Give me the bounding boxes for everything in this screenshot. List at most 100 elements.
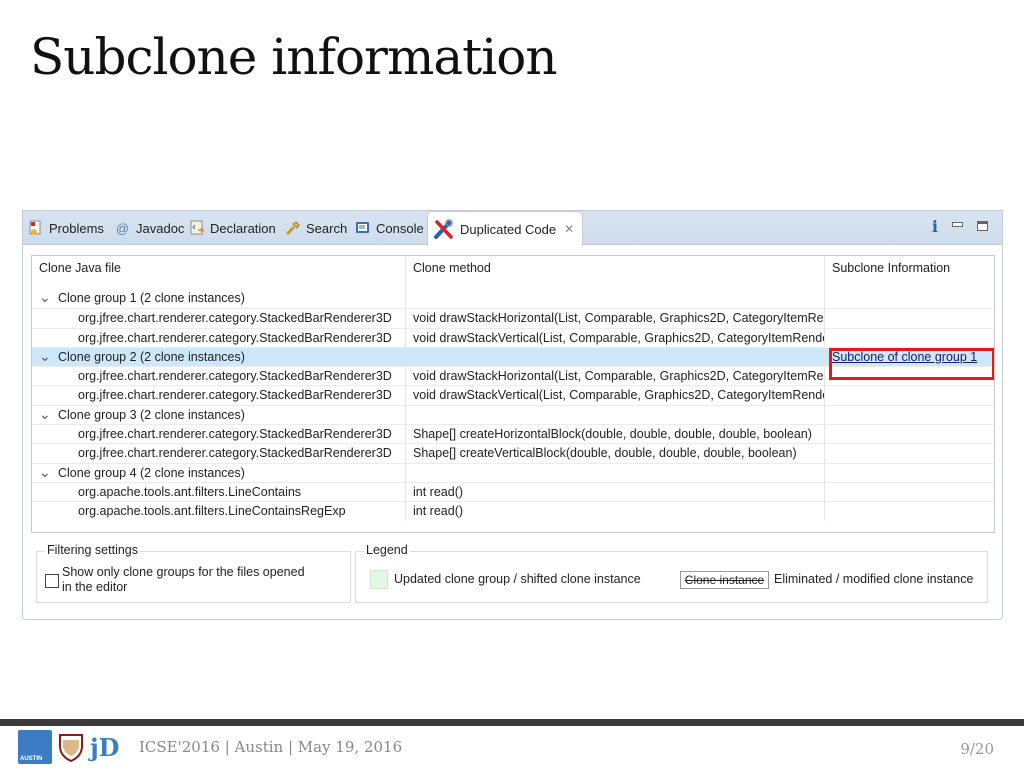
problems-icon <box>27 220 44 237</box>
chevron-down-icon[interactable]: ⌄ <box>39 407 52 421</box>
subclone-link[interactable]: Subclone of clone group 1 <box>832 350 977 364</box>
clone-instance-row[interactable]: org.jfree.chart.renderer.category.Stacke… <box>32 327 994 347</box>
checkbox-label[interactable]: Show only clone groups for the files ope… <box>62 565 305 595</box>
cell-clone-java-file: ⌄ Clone group 2 (2 clone instances) <box>32 347 406 367</box>
filtering-settings-title: Filtering settings <box>45 543 141 557</box>
declaration-icon <box>188 220 205 237</box>
checkbox-label-line1: Show only clone groups for the files ope… <box>62 565 305 579</box>
cell-subclone-information <box>825 464 993 482</box>
tab-label: Problems <box>49 220 104 236</box>
footer-conference-text: ICSE'2016 | Austin | May 19, 2016 <box>139 738 403 756</box>
cell-subclone-information: Subclone of clone group 1 <box>825 348 993 366</box>
cell-subclone-information <box>825 502 993 520</box>
tab-label: Search <box>306 220 348 236</box>
cell-subclone-information <box>825 367 993 385</box>
clone-tree-table: Clone Java file Clone method Subclone In… <box>31 255 995 533</box>
cell-clone-method: int read() <box>406 482 825 502</box>
clone-instance-row[interactable]: org.jfree.chart.renderer.category.Stacke… <box>32 366 994 386</box>
chevron-down-icon[interactable]: ⌄ <box>39 349 52 363</box>
table-header: Clone Java file Clone method Subclone In… <box>32 256 994 289</box>
file-text: org.apache.tools.ant.filters.LineContain… <box>78 484 302 499</box>
console-icon <box>354 220 371 237</box>
file-text: org.apache.tools.ant.filters.LineContain… <box>78 504 346 519</box>
cell-clone-method: void drawStackHorizontal(List, Comparabl… <box>406 309 825 328</box>
close-tab-icon[interactable]: ✕ <box>564 222 574 236</box>
cell-clone-method <box>406 289 825 309</box>
clone-instance-row[interactable]: org.jfree.chart.renderer.category.Stacke… <box>32 443 994 463</box>
icse-austin-logo: AUSTIN <box>18 730 52 764</box>
tab-label: Console <box>376 220 424 236</box>
cell-subclone-information <box>825 329 993 347</box>
cell-clone-method: void drawStackHorizontal(List, Comparabl… <box>406 367 825 386</box>
file-text: Clone group 4 (2 clone instances) <box>58 465 245 480</box>
column-header-clone-method[interactable]: Clone method <box>406 256 825 289</box>
tab-console[interactable]: Console <box>354 211 424 245</box>
info-icon[interactable]: i <box>932 217 938 236</box>
clone-group-row[interactable]: ⌄ Clone group 4 (2 clone instances) <box>32 462 994 482</box>
clone-instance-row[interactable]: org.apache.tools.ant.filters.LineContain… <box>32 481 994 502</box>
file-text: Clone group 2 (2 clone instances) <box>58 349 245 364</box>
tab-label: Duplicated Code <box>460 221 557 237</box>
tab-label: Javadoc <box>136 220 185 236</box>
checkbox-label-line2: in the editor <box>62 580 128 594</box>
tab-problems[interactable]: Problems <box>27 211 104 245</box>
page-number: 9/20 <box>960 740 994 758</box>
file-text: Clone group 3 (2 clone instances) <box>58 407 245 422</box>
tab-duplicated-code[interactable]: Duplicated Code ✕ <box>427 211 584 246</box>
file-text: org.jfree.chart.renderer.category.Stacke… <box>78 311 392 326</box>
view-toolbar: i <box>932 215 988 237</box>
updated-legend-label: Updated clone group / shifted clone inst… <box>394 572 641 586</box>
cell-subclone-information <box>825 406 993 424</box>
cell-clone-method: void drawStackVertical(List, Comparable,… <box>406 328 825 347</box>
legend-group: Legend Updated clone group / shifted clo… <box>355 543 988 603</box>
clone-instance-row[interactable]: org.jfree.chart.renderer.category.Stacke… <box>32 385 994 405</box>
column-header-subclone-information[interactable]: Subclone Information <box>825 256 993 289</box>
jd-logo: jD <box>90 732 120 762</box>
filtering-settings-group: Filtering settings Show only clone group… <box>36 543 351 603</box>
cell-clone-java-file: org.jfree.chart.renderer.category.Stacke… <box>32 444 406 463</box>
clone-instance-row[interactable]: org.jfree.chart.renderer.category.Stacke… <box>32 308 994 328</box>
view-tab-bar: Problems @ Javadoc Declaration Search Co… <box>23 211 1002 246</box>
tab-javadoc[interactable]: @ Javadoc <box>114 211 185 245</box>
chevron-down-icon[interactable]: ⌄ <box>39 465 52 479</box>
cell-clone-java-file: org.jfree.chart.renderer.category.Stacke… <box>32 328 406 347</box>
legend-title: Legend <box>364 543 410 557</box>
cell-clone-method: int read() <box>406 502 825 521</box>
cell-subclone-information <box>825 386 993 404</box>
clone-instance-row[interactable]: org.apache.tools.ant.filters.LineContain… <box>32 501 994 521</box>
cell-clone-method <box>406 463 825 482</box>
cell-clone-java-file: org.apache.tools.ant.filters.LineContain… <box>32 502 406 521</box>
slide-title: Subclone information <box>30 28 558 86</box>
cell-clone-java-file: ⌄ Clone group 1 (2 clone instances) <box>32 289 406 309</box>
footer-bar <box>0 719 1024 726</box>
clone-group-row[interactable]: ⌄ Clone group 2 (2 clone instances) Subclo… <box>32 346 994 367</box>
column-header-clone-java-file[interactable]: Clone Java file <box>32 256 406 289</box>
file-text: org.jfree.chart.renderer.category.Stacke… <box>78 388 392 403</box>
tab-label: Declaration <box>210 220 276 236</box>
minimize-icon[interactable] <box>952 221 963 227</box>
cell-subclone-information <box>825 483 993 501</box>
cell-clone-java-file: org.jfree.chart.renderer.category.Stacke… <box>32 386 406 405</box>
tab-declaration[interactable]: Declaration <box>188 211 276 245</box>
cell-clone-java-file: org.jfree.chart.renderer.category.Stacke… <box>32 367 406 386</box>
cell-clone-method: Shape[] createVerticalBlock(double, doub… <box>406 444 825 463</box>
clone-group-row[interactable]: ⌄ Clone group 1 (2 clone instances) <box>32 289 994 309</box>
file-text: org.jfree.chart.renderer.category.Stacke… <box>78 427 392 442</box>
cell-clone-method <box>406 347 825 367</box>
show-only-open-files-checkbox[interactable] <box>45 574 59 588</box>
updated-color-swatch <box>370 570 388 589</box>
duplicated-code-view: Problems @ Javadoc Declaration Search Co… <box>22 210 1003 620</box>
file-text: Clone group 1 (2 clone instances) <box>58 291 245 305</box>
cell-clone-java-file: org.jfree.chart.renderer.category.Stacke… <box>32 425 406 444</box>
maximize-icon[interactable] <box>977 221 988 231</box>
file-text: org.jfree.chart.renderer.category.Stacke… <box>78 446 392 461</box>
cell-clone-java-file: ⌄ Clone group 4 (2 clone instances) <box>32 463 406 482</box>
cell-clone-java-file: org.apache.tools.ant.filters.LineContain… <box>32 482 406 502</box>
clone-instance-row[interactable]: org.jfree.chart.renderer.category.Stacke… <box>32 424 994 444</box>
tab-search[interactable]: Search <box>284 211 347 245</box>
cell-clone-java-file: ⌄ Clone group 3 (2 clone instances) <box>32 405 406 425</box>
chevron-down-icon[interactable]: ⌄ <box>39 290 52 304</box>
university-shield-logo <box>59 734 83 762</box>
cell-clone-method: void drawStackVertical(List, Comparable,… <box>406 386 825 405</box>
clone-group-row[interactable]: ⌄ Clone group 3 (2 clone instances) <box>32 404 994 425</box>
